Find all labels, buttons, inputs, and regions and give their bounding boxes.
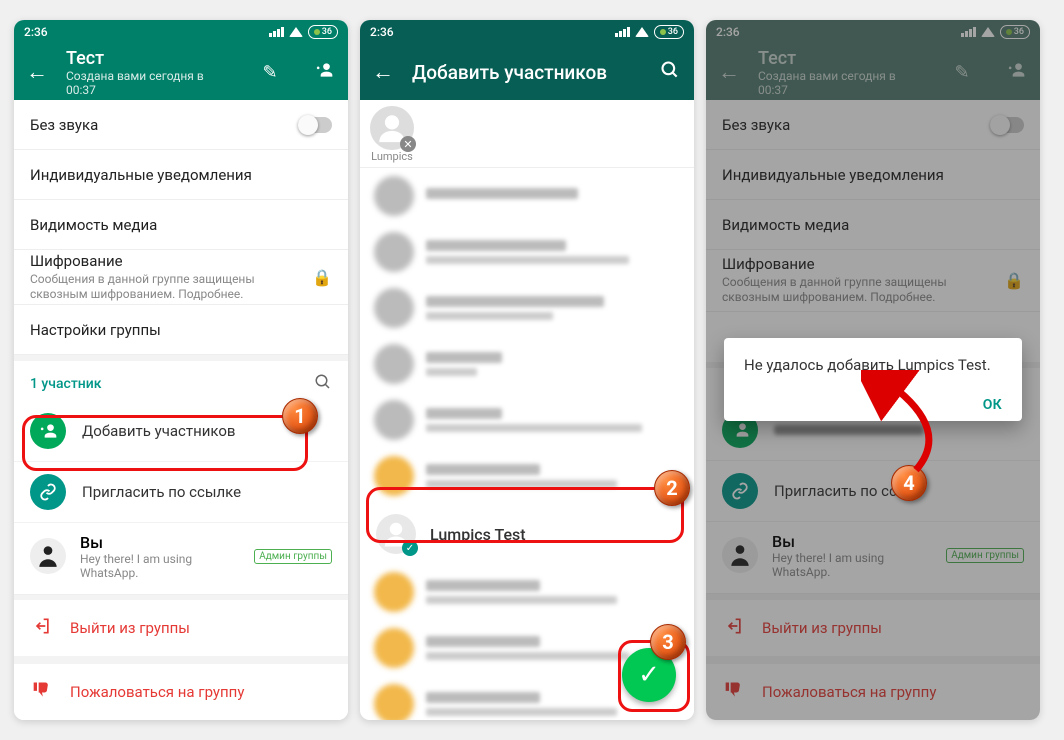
group-settings-row[interactable]: Настройки группы xyxy=(14,305,348,355)
app-header: ← Тест Создана вами сегодня в 00:37 ✎ xyxy=(14,44,348,100)
encryption-subtitle: Сообщения в данной группе защищены сквоз… xyxy=(30,272,312,303)
signal-icon xyxy=(269,27,284,37)
contact-item-blurred[interactable] xyxy=(360,448,694,504)
you-status: Hey there! I am using WhatsApp. xyxy=(80,552,240,580)
screen-error-dialog: 2:36 36 ← Тест Создана вами сегодня в 00… xyxy=(706,20,1040,720)
invite-link-button[interactable]: Пригласить по ссылке xyxy=(14,462,348,523)
report-group-button[interactable]: Пожаловаться на группу xyxy=(14,664,348,720)
mute-toggle[interactable] xyxy=(298,117,332,133)
edit-icon[interactable]: ✎ xyxy=(252,62,288,83)
dialog-message: Не удалось добавить Lumpics Test. xyxy=(744,356,1002,374)
chip-avatar-icon: ✕ xyxy=(370,106,414,150)
contact-name: Lumpics Test xyxy=(430,525,526,544)
exit-icon xyxy=(32,616,52,640)
contact-item-blurred[interactable] xyxy=(360,280,694,336)
group-title: Тест xyxy=(66,48,234,69)
checkmark-icon: ✓ xyxy=(402,540,418,556)
lock-icon: 🔒 xyxy=(312,268,332,287)
screen-group-info: 2:36 36 ← Тест Создана вами сегодня в 00… xyxy=(14,20,348,720)
screen-title: Добавить участников xyxy=(412,61,607,84)
app-header: ← Добавить участников xyxy=(360,44,694,100)
encryption-row[interactable]: Шифрование Сообщения в данной группе защ… xyxy=(14,250,348,305)
custom-notifications-row[interactable]: Индивидуальные уведомления xyxy=(14,150,348,200)
contact-item-blurred[interactable] xyxy=(360,224,694,280)
search-icon[interactable] xyxy=(652,60,688,85)
link-icon xyxy=(30,474,66,510)
wifi-icon xyxy=(635,27,649,37)
checkmark-icon: ✓ xyxy=(638,660,660,690)
status-icons: 36 xyxy=(269,25,338,39)
screen-add-participants: 2:36 36 ← Добавить участников ✕ xyxy=(360,20,694,720)
back-icon[interactable]: ← xyxy=(26,59,48,85)
status-icons: 36 xyxy=(615,25,684,39)
participant-you[interactable]: Вы Hey there! I am using WhatsApp. Админ… xyxy=(14,523,348,595)
contact-item-blurred[interactable] xyxy=(360,336,694,392)
contact-avatar-icon: ✓ xyxy=(376,514,416,554)
add-participants-label: Добавить участников xyxy=(82,422,235,440)
add-person-circle-icon xyxy=(30,413,66,449)
add-participants-button[interactable]: Добавить участников xyxy=(14,401,348,462)
contact-item-blurred[interactable] xyxy=(360,392,694,448)
contact-item-blurred[interactable] xyxy=(360,168,694,224)
status-bar: 2:36 36 xyxy=(14,20,348,44)
search-icon[interactable] xyxy=(314,373,332,395)
mute-row[interactable]: Без звука xyxy=(14,100,348,150)
add-person-icon[interactable] xyxy=(306,60,342,85)
thumbs-down-icon xyxy=(32,680,52,704)
back-icon[interactable]: ← xyxy=(372,59,394,85)
status-bar: 2:36 36 xyxy=(360,20,694,44)
group-subtitle: Создана вами сегодня в 00:37 xyxy=(66,69,234,97)
error-dialog: Не удалось добавить Lumpics Test. ОК xyxy=(724,338,1022,421)
status-time: 2:36 xyxy=(370,25,394,39)
wifi-icon xyxy=(289,27,303,37)
encryption-title: Шифрование xyxy=(30,252,312,270)
signal-icon xyxy=(615,27,630,37)
selected-chip[interactable]: ✕ Lumpics xyxy=(370,106,414,163)
battery-icon: 36 xyxy=(654,25,684,39)
battery-icon: 36 xyxy=(308,25,338,39)
contact-item-selected[interactable]: ✓ Lumpics Test xyxy=(360,504,694,564)
remove-chip-icon[interactable]: ✕ xyxy=(400,136,416,152)
you-label: Вы xyxy=(80,533,240,552)
exit-group-button[interactable]: Выйти из группы xyxy=(14,600,348,664)
confirm-fab[interactable]: ✓ xyxy=(622,648,676,702)
you-avatar-icon xyxy=(30,538,66,574)
dialog-ok-button[interactable]: ОК xyxy=(983,397,1002,413)
selected-chips-row: ✕ Lumpics xyxy=(360,100,694,168)
status-time: 2:36 xyxy=(24,25,48,39)
invite-link-label: Пригласить по ссылке xyxy=(82,483,241,501)
participants-header: 1 участник xyxy=(14,361,348,401)
media-visibility-row[interactable]: Видимость медиа xyxy=(14,200,348,250)
mute-label: Без звука xyxy=(30,116,98,134)
admin-badge: Админ группы xyxy=(254,549,332,564)
contact-item-blurred[interactable] xyxy=(360,564,694,620)
